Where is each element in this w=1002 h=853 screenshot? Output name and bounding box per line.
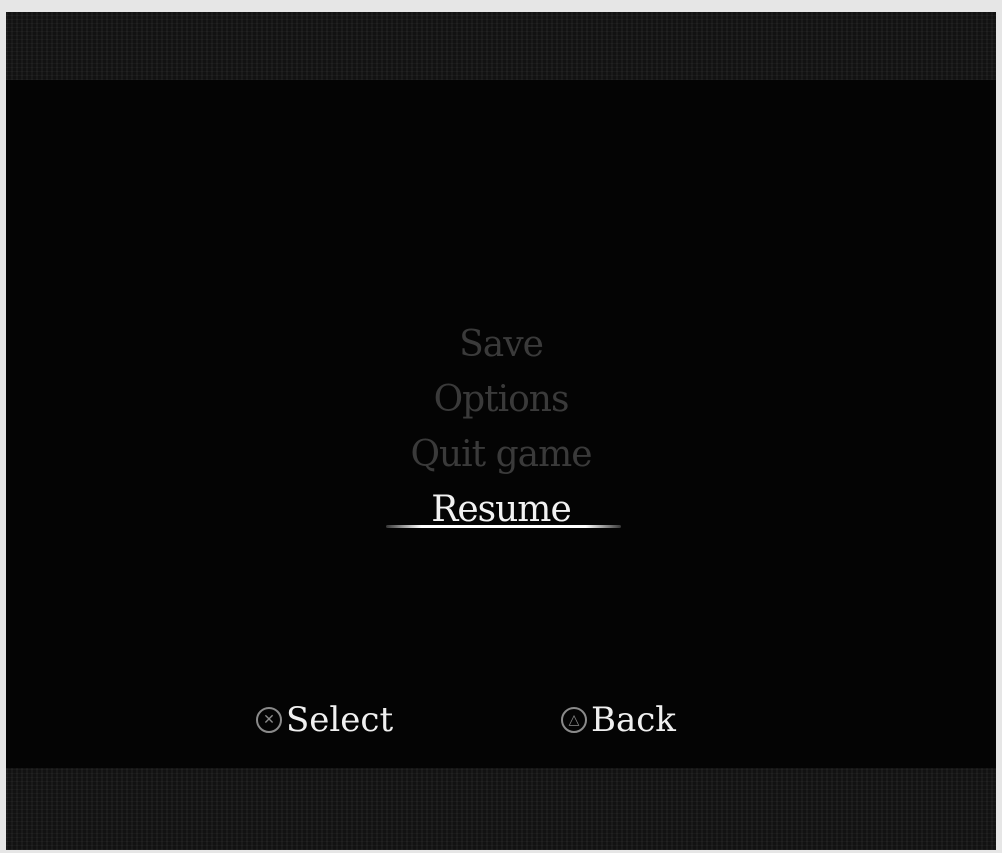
menu-item-save[interactable]: Save bbox=[6, 317, 996, 372]
selection-underline bbox=[386, 525, 621, 528]
top-letterbox-band bbox=[6, 12, 996, 80]
triangle-button-icon: △ bbox=[561, 707, 587, 733]
select-prompt-label: Select bbox=[286, 700, 394, 740]
cross-button-icon: ✕ bbox=[256, 707, 282, 733]
menu-item-quit-game[interactable]: Quit game bbox=[6, 427, 996, 482]
bottom-letterbox-band bbox=[6, 768, 996, 850]
game-screen: Save Options Quit game Resume ✕ Select △… bbox=[6, 12, 996, 850]
select-prompt[interactable]: ✕ Select bbox=[256, 700, 393, 740]
back-prompt-label: Back bbox=[591, 700, 676, 740]
pause-menu: Save Options Quit game Resume bbox=[6, 317, 996, 537]
menu-item-resume[interactable]: Resume bbox=[6, 482, 996, 537]
menu-item-options[interactable]: Options bbox=[6, 372, 996, 427]
back-prompt[interactable]: △ Back bbox=[561, 700, 676, 740]
